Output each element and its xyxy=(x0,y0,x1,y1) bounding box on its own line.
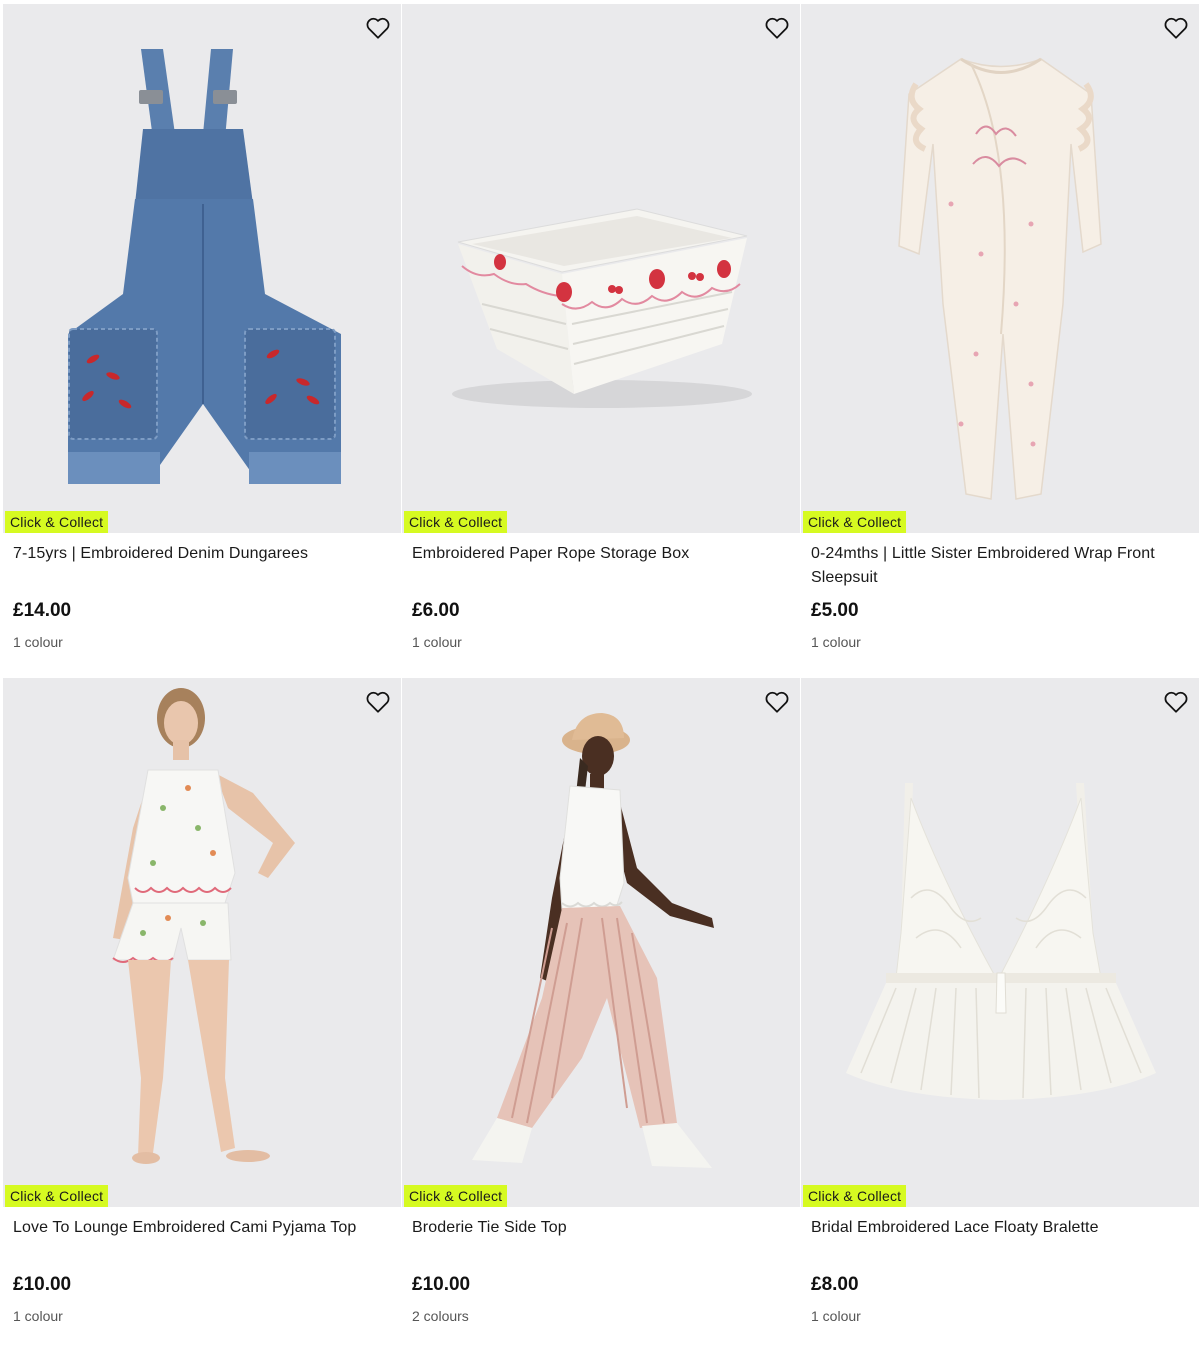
heart-outline-icon[interactable] xyxy=(1163,690,1189,714)
model-pyjamas-image xyxy=(112,688,295,1164)
product-info: Bridal Embroidered Lace Floaty Bralette … xyxy=(801,1207,1199,1325)
product-info: 0-24mths | Little Sister Embroidered Wra… xyxy=(801,533,1199,651)
product-image[interactable]: Click & Collect xyxy=(801,678,1199,1207)
product-image[interactable]: Click & Collect xyxy=(402,4,800,533)
product-colours: 1 colour xyxy=(412,634,462,650)
click-collect-badge: Click & Collect xyxy=(5,1185,109,1207)
product-title[interactable]: Embroidered Paper Rope Storage Box xyxy=(412,542,790,590)
lace-bralette-image xyxy=(846,783,1156,1100)
product-colours: 1 colour xyxy=(811,1308,861,1324)
product-card[interactable]: Click & Collect Bridal Embroidered Lace … xyxy=(801,678,1199,1345)
product-colours: 1 colour xyxy=(13,1308,63,1324)
product-info: Love To Lounge Embroidered Cami Pyjama T… xyxy=(3,1207,401,1325)
denim-dungarees-image xyxy=(68,49,341,484)
product-image[interactable]: Click & Collect xyxy=(3,678,401,1207)
heart-outline-icon[interactable] xyxy=(764,16,790,40)
click-collect-badge: Click & Collect xyxy=(803,511,907,533)
heart-outline-icon[interactable] xyxy=(1163,16,1189,40)
product-card[interactable]: Click & Collect Broderie Tie Side Top £1… xyxy=(402,678,800,1345)
heart-outline-icon[interactable] xyxy=(365,690,391,714)
product-image[interactable]: Click & Collect xyxy=(3,4,401,533)
click-collect-badge: Click & Collect xyxy=(404,1185,508,1207)
product-title[interactable]: 0-24mths | Little Sister Embroidered Wra… xyxy=(811,542,1189,590)
product-card[interactable]: Click & Collect 0-24mths | Little Sister… xyxy=(801,4,1199,671)
product-price: £6.00 xyxy=(412,600,460,621)
product-card[interactable]: Click & Collect Embroidered Paper Rope S… xyxy=(402,4,800,671)
product-price: £8.00 xyxy=(811,1274,859,1295)
product-title[interactable]: Love To Lounge Embroidered Cami Pyjama T… xyxy=(13,1216,391,1264)
product-title[interactable]: Bridal Embroidered Lace Floaty Bralette xyxy=(811,1216,1189,1264)
product-price: £10.00 xyxy=(13,1274,72,1295)
product-price: £14.00 xyxy=(13,600,72,621)
product-card[interactable]: Click & Collect Love To Lounge Embroider… xyxy=(3,678,401,1345)
product-title[interactable]: 7-15yrs | Embroidered Denim Dungarees xyxy=(13,542,391,590)
product-info: 7-15yrs | Embroidered Denim Dungarees £1… xyxy=(3,533,401,651)
product-info: Broderie Tie Side Top £10.00 2 colours xyxy=(402,1207,800,1325)
product-colours: 1 colour xyxy=(811,634,861,650)
product-image[interactable]: Click & Collect xyxy=(402,678,800,1207)
baby-sleepsuit-image xyxy=(898,57,1102,500)
product-colours: 1 colour xyxy=(13,634,63,650)
product-info: Embroidered Paper Rope Storage Box £6.00… xyxy=(402,533,800,651)
product-card[interactable]: Click & Collect 7-15yrs | Embroidered De… xyxy=(3,4,401,671)
storage-basket-image xyxy=(452,208,752,408)
heart-outline-icon[interactable] xyxy=(365,16,391,40)
product-colours: 2 colours xyxy=(412,1308,469,1324)
product-price: £5.00 xyxy=(811,600,859,621)
heart-outline-icon[interactable] xyxy=(764,690,790,714)
click-collect-badge: Click & Collect xyxy=(404,511,508,533)
click-collect-badge: Click & Collect xyxy=(803,1185,907,1207)
model-broderie-top-image xyxy=(472,713,714,1168)
product-price: £10.00 xyxy=(412,1274,471,1295)
product-grid: Click & Collect 7-15yrs | Embroidered De… xyxy=(3,4,1199,1345)
click-collect-badge: Click & Collect xyxy=(5,511,109,533)
product-title[interactable]: Broderie Tie Side Top xyxy=(412,1216,790,1264)
product-image[interactable]: Click & Collect xyxy=(801,4,1199,533)
